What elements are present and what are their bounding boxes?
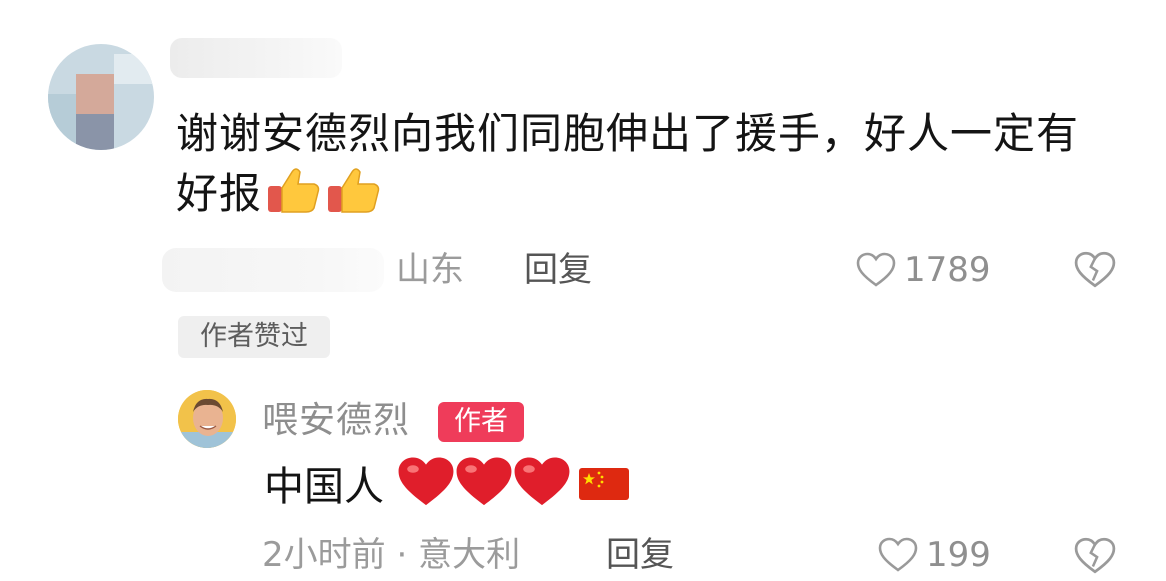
like-count: 199 (926, 535, 991, 575)
comment-location: 山东 (396, 250, 464, 290)
thumbs-up-icon (268, 168, 320, 213)
comment-text: 谢谢安德烈向我们同胞伸出了援手，好人一定有好报 (176, 104, 1116, 224)
dislike-broken-heart-icon[interactable] (1074, 250, 1116, 290)
reply-avatar[interactable] (178, 390, 236, 448)
commenter-avatar[interactable] (48, 44, 154, 150)
like-heart-icon (878, 537, 918, 572)
like-button[interactable]: 199 (878, 530, 991, 580)
like-heart-icon (856, 252, 896, 287)
author-liked-badge: 作者赞过 (178, 316, 330, 358)
like-count: 1789 (904, 250, 991, 290)
dislike-broken-heart-icon[interactable] (1074, 536, 1116, 576)
commenter-username-blurred[interactable] (170, 38, 342, 78)
red-heart-icon (514, 457, 570, 506)
reply-button[interactable]: 回复 (606, 530, 674, 580)
like-button[interactable]: 1789 (856, 246, 991, 294)
reply-meta-row: 2小时前 · 意大利 回复 199 (262, 530, 1142, 580)
thumbs-up-icon (328, 168, 380, 213)
meta-separator: · (396, 535, 408, 575)
reply-time: 2小时前 (262, 535, 386, 575)
reply-body: 中国人 (264, 464, 384, 510)
comment-time-blurred (162, 248, 384, 292)
red-heart-icon (398, 457, 454, 506)
author-badge: 作者 (438, 402, 524, 442)
reply-button[interactable]: 回复 (524, 246, 592, 294)
reply-username[interactable]: 喂安德烈 (262, 396, 410, 446)
china-flag-icon (578, 468, 629, 500)
reply-text: 中国人 (264, 456, 631, 516)
reply-location: 意大利 (418, 535, 521, 575)
avatar-portrait (178, 390, 236, 448)
red-heart-icon (456, 457, 512, 506)
reply-time-location: 2小时前 · 意大利 (262, 530, 520, 580)
comment-meta-row: 山东 回复 1789 (162, 246, 1122, 296)
